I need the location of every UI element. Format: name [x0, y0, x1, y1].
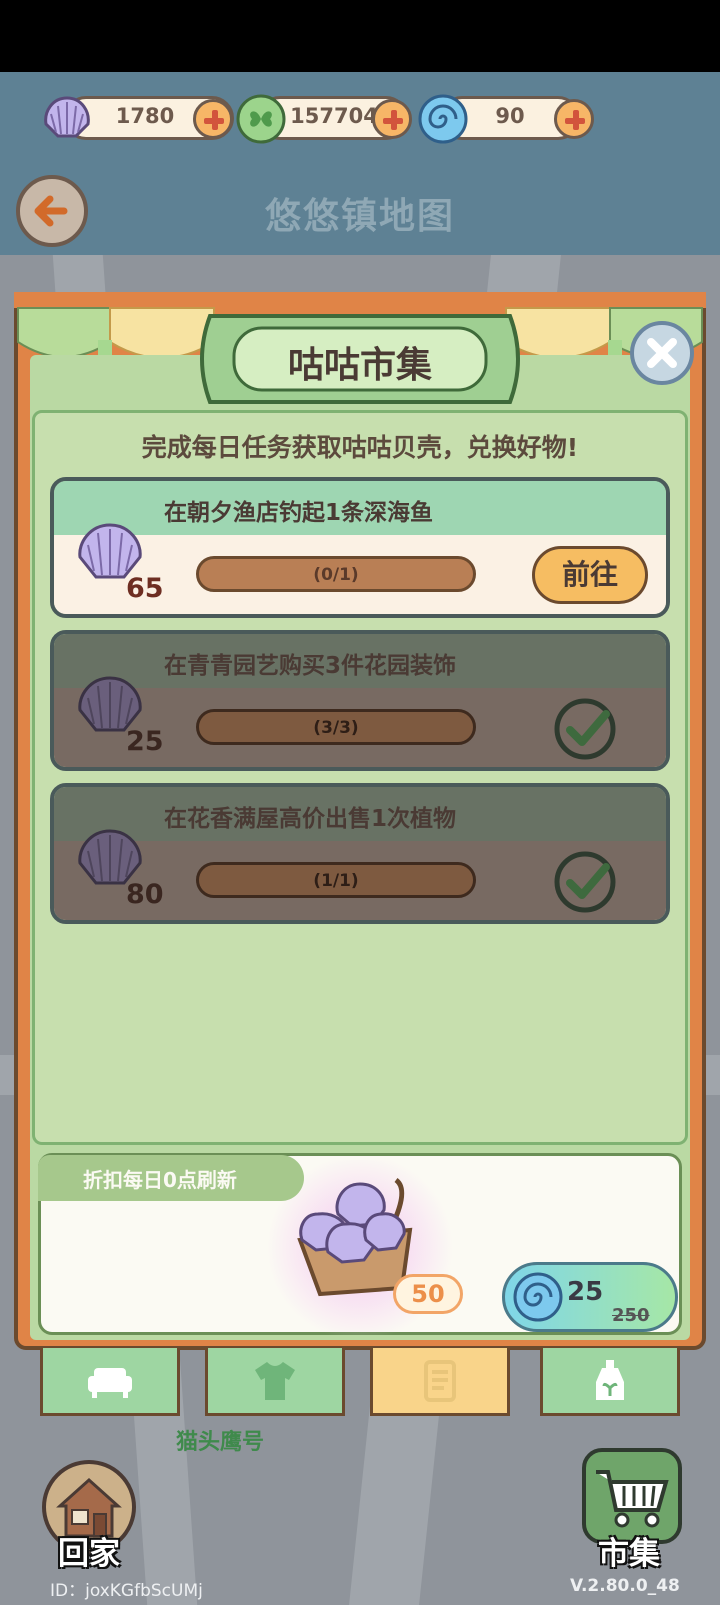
- clover-count: 157704: [290, 104, 378, 128]
- status-bar: [0, 0, 720, 72]
- tab-plants[interactable]: [540, 1348, 680, 1416]
- swirl-icon: [418, 94, 468, 144]
- page-title: 悠悠镇地图: [264, 196, 455, 237]
- shirt-icon: [255, 1362, 295, 1400]
- close-icon: [647, 338, 677, 368]
- task-progress-bar: (1/1): [196, 862, 476, 898]
- add-clover-button[interactable]: [372, 99, 412, 139]
- tab-furniture[interactable]: [40, 1348, 180, 1416]
- clover-icon: [236, 94, 286, 144]
- deal-old-price: 250: [612, 1305, 650, 1326]
- checkmark-icon: [554, 851, 616, 913]
- checkmark-icon: [554, 698, 616, 760]
- task-progress-bar: (0/1): [196, 556, 476, 592]
- task-name: 在朝夕渔店钓起1条深海鱼: [164, 500, 434, 526]
- task-progress-bar: (3/3): [196, 709, 476, 745]
- add-shells-button[interactable]: [193, 99, 233, 139]
- task-card: 在朝夕渔店钓起1条深海鱼 65 (0/1) 前往: [50, 477, 670, 618]
- deal-quantity: 50: [393, 1274, 463, 1314]
- home-label: 回家: [58, 1536, 120, 1572]
- task-reward: 80: [126, 879, 164, 910]
- tab-market-list[interactable]: [370, 1348, 510, 1416]
- deal-tag-text: 折扣每日0点刷新: [83, 1168, 237, 1192]
- close-button[interactable]: [630, 321, 694, 385]
- swirl-count: 90: [495, 104, 525, 128]
- task-reward: 25: [126, 726, 164, 757]
- user-id: ID：joxKGfbScUMj: [50, 1581, 203, 1601]
- deal-price: 25: [567, 1277, 604, 1307]
- bottle-icon: [596, 1360, 624, 1400]
- task-reward: 65: [126, 573, 164, 604]
- task-progress-text: (3/3): [313, 718, 359, 738]
- sofa-icon: [88, 1368, 132, 1398]
- add-swirl-button[interactable]: [554, 99, 594, 139]
- task-name: 在花香满屋高价出售1次植物: [164, 806, 457, 832]
- market-subtitle: 完成每日任务获取咕咕贝壳，兑换好物!: [141, 433, 579, 462]
- version-label: V.2.80.0_48: [570, 1576, 680, 1596]
- scroll-icon: [424, 1360, 456, 1402]
- shell-count: 1780: [115, 104, 175, 128]
- market-label: 市集: [598, 1536, 660, 1572]
- task-progress-text: (1/1): [313, 871, 359, 891]
- swirl-icon: [513, 1272, 563, 1322]
- map-location-label: 猫头鹰号: [176, 1430, 265, 1455]
- shell-icon: [44, 96, 90, 138]
- go-button[interactable]: 前往: [532, 546, 648, 604]
- cart-icon: [596, 1470, 669, 1528]
- tab-clothing[interactable]: [205, 1348, 345, 1416]
- task-progress-text: (0/1): [313, 565, 359, 585]
- task-card: 在花香满屋高价出售1次植物 80 (1/1): [50, 783, 670, 924]
- task-card: 在青青园艺购买3件花园装饰 25 (3/3): [50, 630, 670, 771]
- market-title: 咕咕市集: [287, 345, 432, 386]
- task-name: 在青青园艺购买3件花园装饰: [164, 653, 457, 679]
